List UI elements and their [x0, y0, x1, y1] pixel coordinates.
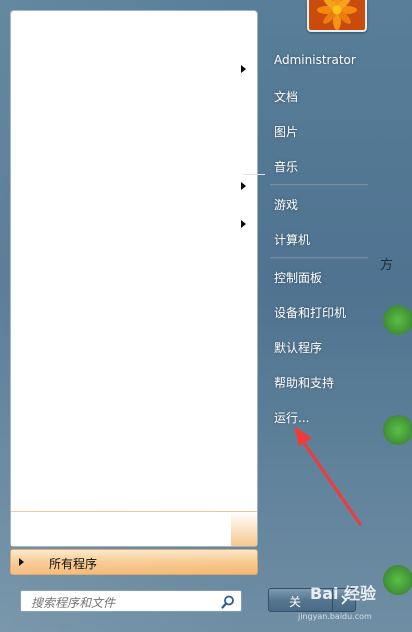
desktop-icon-label: 方 — [380, 258, 394, 273]
desktop-gadget-icon — [383, 305, 412, 335]
search-input[interactable]: 搜索程序和文件 — [20, 590, 242, 612]
desktop-gadget-icon — [383, 565, 412, 595]
user-picture[interactable] — [307, 0, 367, 32]
shutdown-label: 关 — [289, 595, 302, 609]
triangle-right-icon — [19, 558, 24, 566]
all-programs-label: 所有程序 — [49, 557, 98, 571]
all-programs-button[interactable]: 所有程序 — [10, 549, 258, 575]
watermark-url: jingyan.baidu.com — [298, 612, 372, 621]
menu-item-default-programs[interactable]: 默认程序 — [274, 339, 322, 356]
menu-item-pictures[interactable]: 图片 — [274, 123, 298, 140]
menu-item-computer[interactable]: 计算机 — [274, 231, 310, 248]
menu-item-games[interactable]: 游戏 — [274, 196, 298, 213]
menu-item-music[interactable]: 音乐 — [274, 158, 298, 175]
desktop-gadget-icon — [383, 415, 412, 445]
program-item-body — [11, 512, 231, 546]
divider — [270, 257, 368, 259]
menu-item-administrator[interactable]: Administrator — [274, 53, 356, 67]
pinned-programs-pane — [10, 10, 265, 547]
menu-item-control-panel[interactable]: 控制面板 — [274, 269, 322, 286]
flower-icon — [309, 0, 365, 30]
submenu-arrow-icon[interactable] — [241, 182, 246, 190]
start-menu: 所有程序 搜索程序和文件 Administrator 文档 图片 音乐 游戏 计… — [0, 0, 412, 632]
menu-item-documents[interactable]: 文档 — [274, 88, 298, 105]
divider — [270, 184, 368, 186]
submenu-arrow-icon[interactable] — [241, 220, 246, 228]
menu-item-devices-printers[interactable]: 设备和打印机 — [274, 304, 346, 321]
divider — [243, 174, 265, 175]
menu-item-help-support[interactable]: 帮助和支持 — [274, 374, 334, 391]
highlighted-program-item[interactable] — [11, 511, 257, 546]
search-icon[interactable] — [221, 595, 235, 609]
baidu-watermark: Bai 经验 — [310, 584, 377, 603]
menu-item-run[interactable]: 运行... — [274, 409, 309, 426]
submenu-arrow-icon[interactable] — [241, 65, 246, 73]
search-placeholder: 搜索程序和文件 — [31, 596, 116, 610]
